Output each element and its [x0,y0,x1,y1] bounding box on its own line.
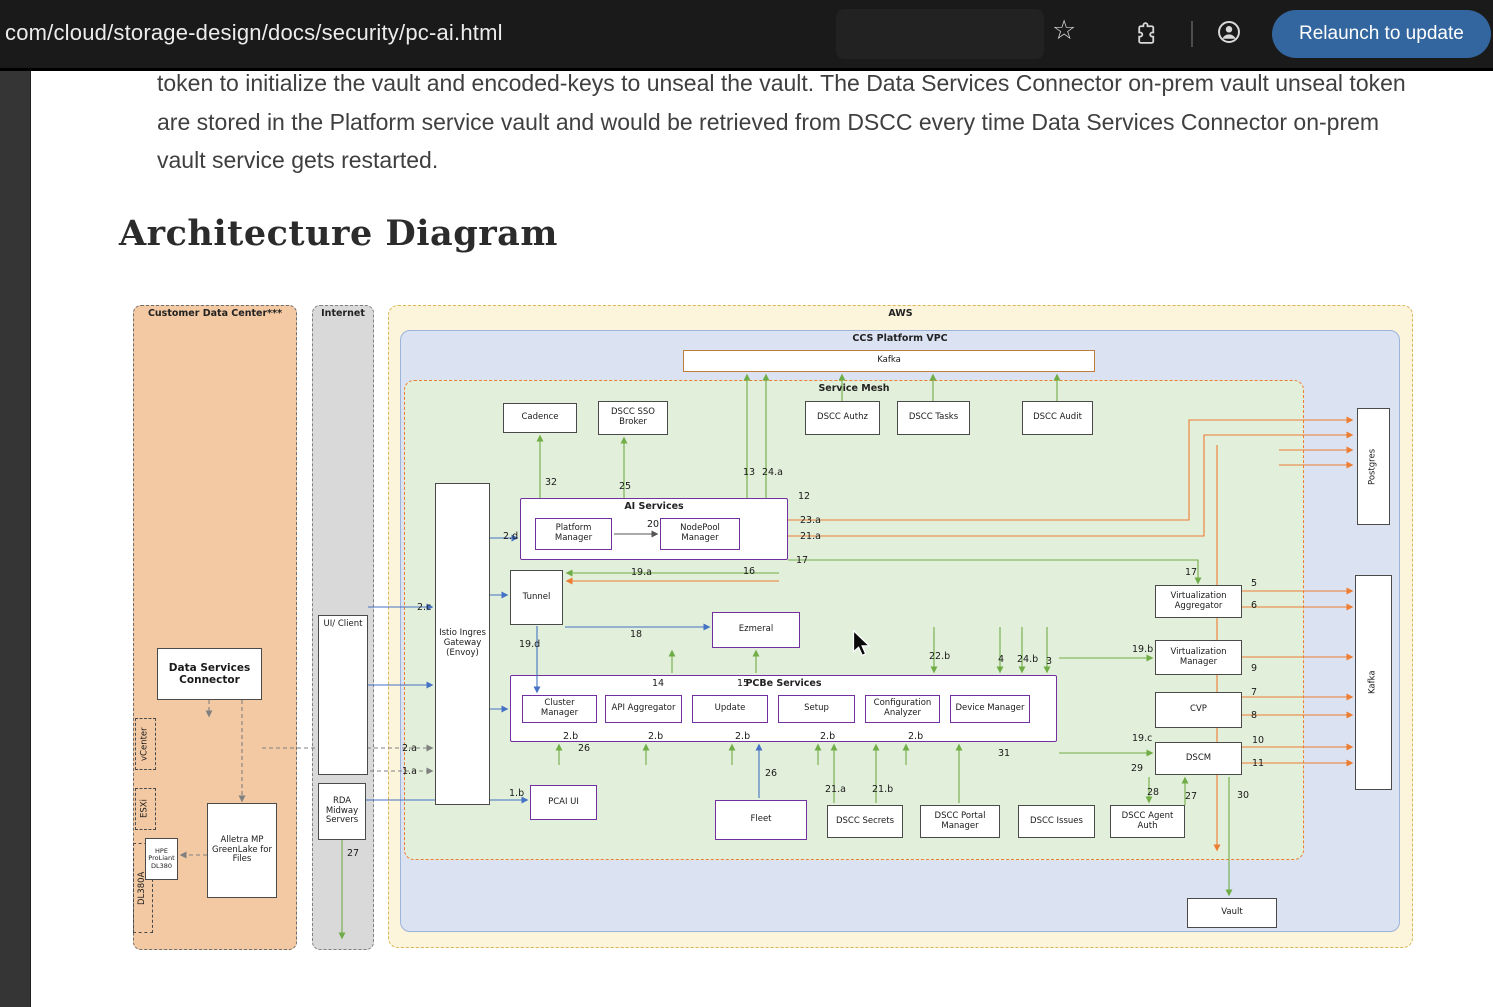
edge-label-7: 7 [1251,687,1257,698]
edge-label-2.b: 2.b [648,731,663,742]
edge-label-2.b: 2.b [820,731,835,742]
edge-label-2.b: 2.b [563,731,578,742]
edge-label-26: 26 [765,768,777,779]
edge-label-21.a: 21.a [800,531,821,542]
edge-label-1.b: 1.b [509,788,524,799]
edge-label-22.b: 22.b [929,651,950,662]
edge-label-2.a: 2.a [402,743,417,754]
diagram-edge-labels: 32 25 13 24.a 12 20 2.d 23.a 21.a 17 19.a 16 2.c 18 19… [119,295,1413,957]
edge-label-1.a: 1.a [402,766,417,777]
edge-label-9: 9 [1251,663,1257,674]
toolbar-highlight [836,9,1044,59]
mouse-cursor [852,630,872,657]
body-paragraph: token to initialize the vault and encode… [157,64,1427,180]
edge-label-17: 17 [1185,567,1197,578]
edge-label-23.a: 23.a [800,515,821,526]
edge-label-27: 27 [1185,791,1197,802]
relaunch-update-button[interactable]: Relaunch to update [1272,10,1491,58]
edge-label-11: 11 [1252,758,1264,769]
edge-label-18: 18 [630,629,642,640]
edge-label-24.a: 24.a [762,467,783,478]
bookmark-star-icon[interactable]: ☆ [1052,17,1076,44]
edge-label-4: 4 [998,654,1004,665]
profile-icon[interactable] [1216,19,1242,49]
edge-label-31: 31 [998,748,1010,759]
edge-label-24.b: 24.b [1017,654,1038,665]
edge-label-26: 26 [578,743,590,754]
edge-label-2.b: 2.b [908,731,923,742]
edge-label-10: 10 [1252,735,1264,746]
edge-label-3: 3 [1046,656,1052,667]
edge-label-21.b: 21.b [872,784,893,795]
edge-label-21.a: 21.a [825,784,846,795]
architecture-diagram: Customer Data Center***InternetAWSCCS Pl… [119,295,1413,957]
extensions-icon[interactable] [1134,21,1159,50]
edge-label-19.b: 19.b [1132,644,1153,655]
edge-label-14: 14 [652,678,664,689]
edge-label-6: 6 [1251,600,1257,611]
edge-label-15: 15 [737,678,749,689]
edge-label-20: 20 [647,519,659,530]
edge-label-5: 5 [1251,578,1257,589]
browser-toolbar: com/cloud/storage-design/docs/security/p… [0,0,1493,71]
edge-label-17: 17 [796,555,808,566]
edge-label-12: 12 [798,491,810,502]
edge-label-2.c: 2.c [417,602,431,613]
edge-label-29: 29 [1131,763,1143,774]
edge-label-19.a: 19.a [631,567,652,578]
edge-label-8: 8 [1251,710,1257,721]
toolbar-separator [1191,21,1193,47]
edge-label-30: 30 [1237,790,1249,801]
edge-label-25: 25 [619,481,631,492]
edge-label-16: 16 [743,566,755,577]
edge-label-13: 13 [743,467,755,478]
url-bar[interactable]: com/cloud/storage-design/docs/security/p… [5,20,503,46]
edge-label-19.c: 19.c [1132,733,1152,744]
edge-label-2.b: 2.b [735,731,750,742]
section-heading: Architecture Diagram [119,213,558,254]
edge-label-28: 28 [1147,787,1159,798]
edge-label-32: 32 [545,477,557,488]
window-side-strip [0,68,31,1007]
edge-label-2.d: 2.d [503,531,518,542]
edge-label-19.d: 19.d [519,639,540,650]
browser-window: token to initialize the vault and encode… [0,0,1493,1007]
edge-label-27: 27 [347,848,359,859]
